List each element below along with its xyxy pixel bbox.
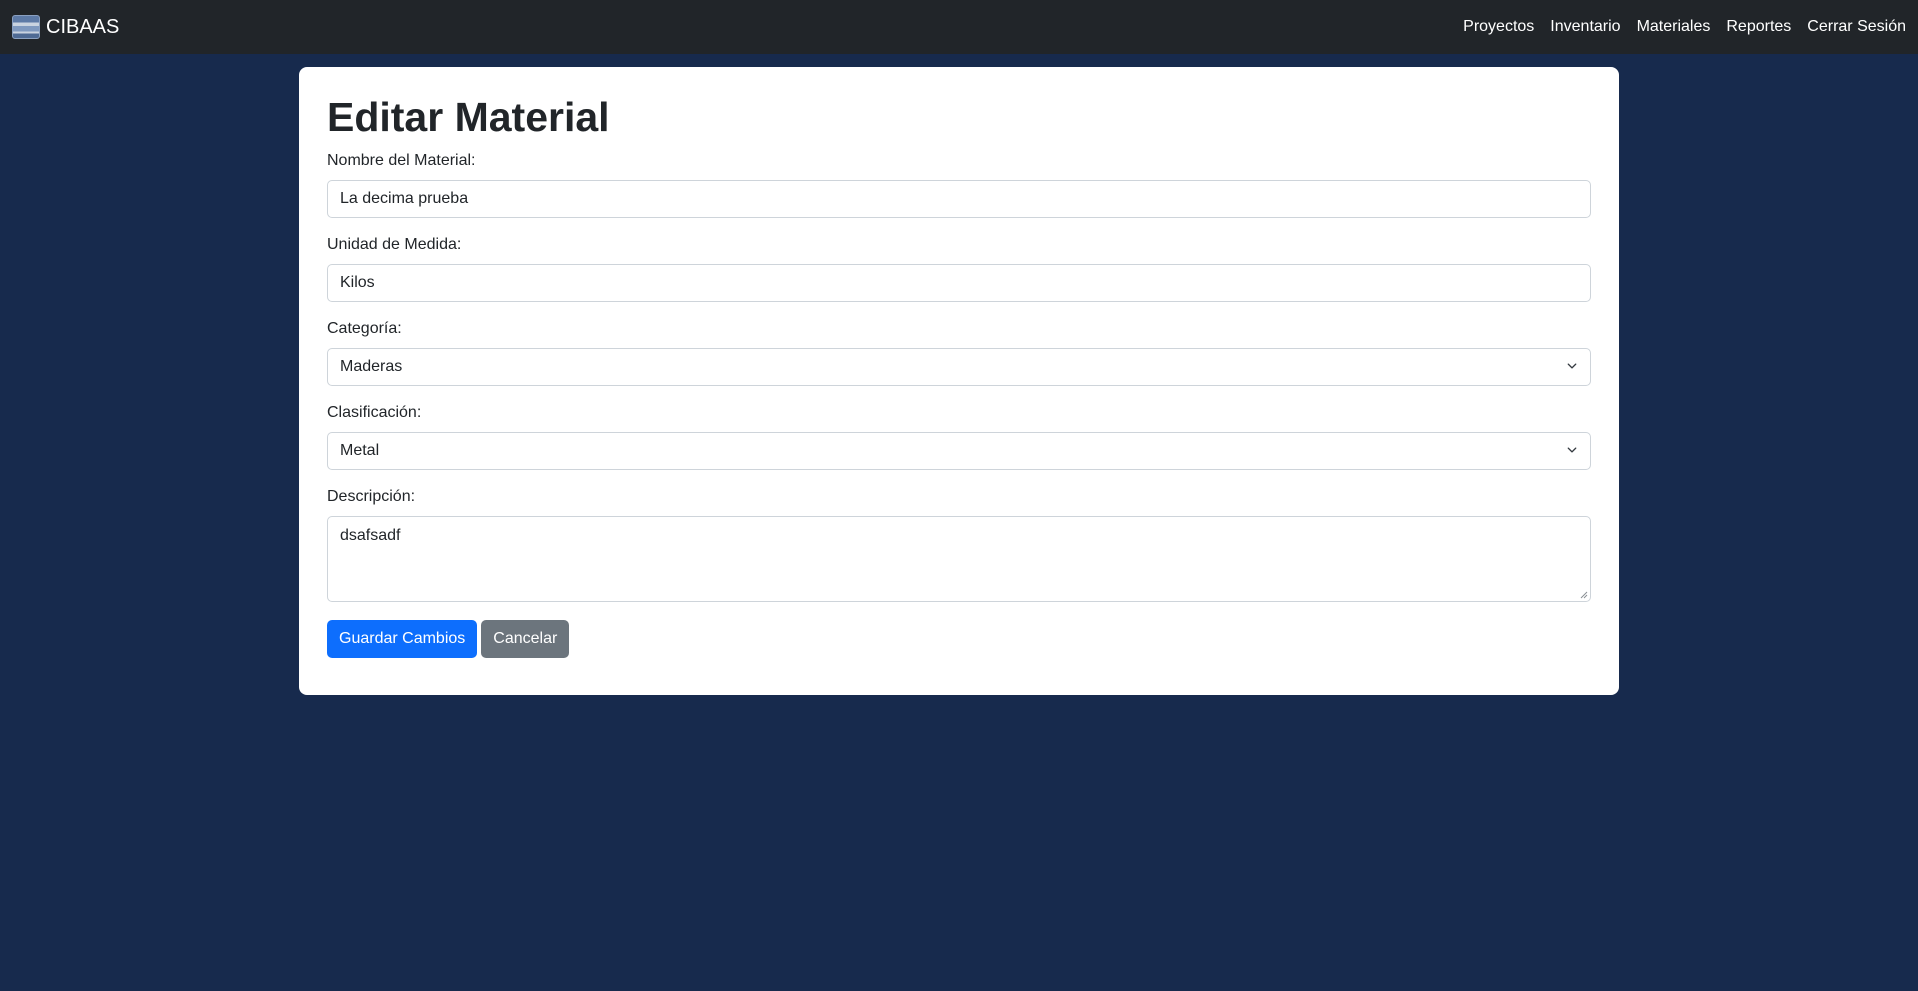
form-actions: Guardar Cambios Cancelar — [327, 620, 1591, 659]
categoria-select-value[interactable]: Maderas — [327, 348, 1591, 387]
unidad-label: Unidad de Medida: — [327, 236, 462, 254]
resize-handle-icon[interactable] — [1578, 589, 1588, 599]
clasificacion-select-value[interactable]: Metal — [327, 432, 1591, 471]
nav-links: Proyectos Inventario Materiales Reportes… — [1447, 18, 1906, 36]
chevron-down-icon — [1567, 363, 1577, 369]
clasificacion-select[interactable]: Metal — [327, 432, 1591, 471]
brand-name: CIBAAS — [46, 15, 120, 38]
cancel-button[interactable]: Cancelar — [481, 620, 570, 659]
nombre-field-group: Nombre del Material: La decima prueba — [327, 152, 1591, 219]
descripcion-text: dsafsadf — [340, 527, 401, 545]
nav-link-materiales[interactable]: Materiales — [1637, 18, 1711, 36]
nav-link-reportes[interactable]: Reportes — [1726, 18, 1791, 36]
clasificacion-field-group: Clasificación: Metal — [327, 404, 1591, 471]
unidad-input[interactable]: Kilos — [327, 264, 1591, 303]
nombre-input[interactable]: La decima prueba — [327, 180, 1591, 219]
page-title: Editar Material — [327, 94, 610, 140]
logo-icon — [12, 15, 40, 39]
descripcion-textarea[interactable]: dsafsadf — [327, 516, 1591, 603]
categoria-label: Categoría: — [327, 320, 402, 338]
nav-link-proyectos[interactable]: Proyectos — [1463, 18, 1534, 36]
chevron-down-icon — [1567, 447, 1577, 453]
nav-link-cerrar-sesion[interactable]: Cerrar Sesión — [1807, 18, 1906, 36]
descripcion-field-group: Descripción: dsafsadf — [327, 488, 1591, 603]
brand-link[interactable]: CIBAAS — [12, 15, 119, 39]
unidad-field-group: Unidad de Medida: Kilos — [327, 236, 1591, 303]
clasificacion-label: Clasificación: — [327, 404, 422, 422]
descripcion-label: Descripción: — [327, 488, 416, 506]
categoria-field-group: Categoría: Maderas — [327, 320, 1591, 387]
categoria-select[interactable]: Maderas — [327, 348, 1591, 387]
nombre-label: Nombre del Material: — [327, 152, 476, 170]
nav-link-inventario[interactable]: Inventario — [1550, 18, 1620, 36]
edit-material-card: Editar Material Nombre del Material: La … — [299, 67, 1619, 695]
top-navbar: CIBAAS Proyectos Inventario Materiales R… — [0, 0, 1918, 54]
save-button[interactable]: Guardar Cambios — [327, 620, 478, 659]
